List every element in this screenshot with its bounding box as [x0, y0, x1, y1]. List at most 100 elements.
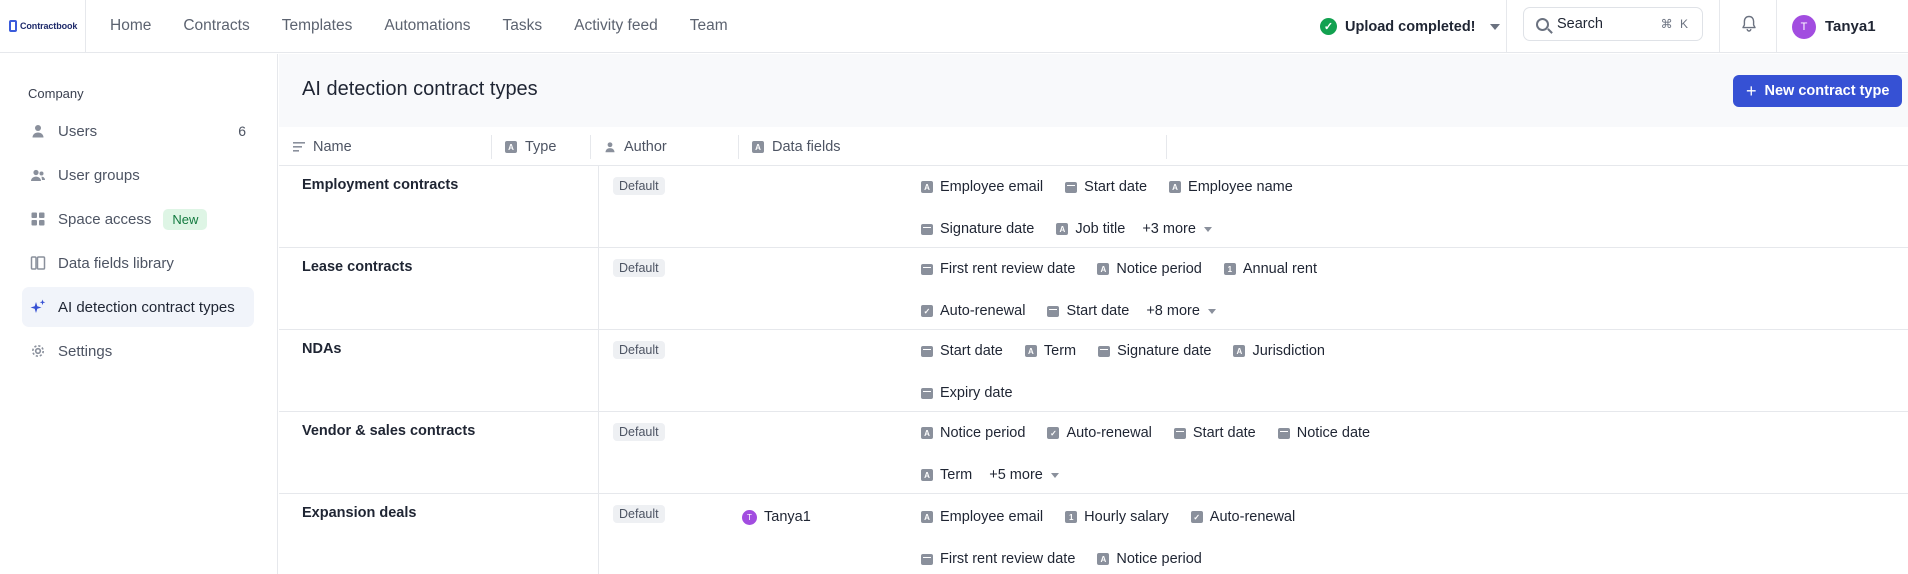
nav-home[interactable]: Home [110, 17, 167, 35]
nav-tasks[interactable]: Tasks [487, 17, 559, 35]
sidebar-item-users[interactable]: Users 6 [22, 111, 254, 151]
contract-type-name: NDAs [302, 341, 342, 357]
data-field: Start date [1173, 421, 1256, 445]
sidebar-item-label: Space access [58, 210, 152, 228]
contract-type-name: Lease contracts [302, 259, 413, 275]
table-row[interactable]: NDAs Default Start date A Term Signature … [279, 330, 1908, 412]
nav-contracts[interactable]: Contracts [167, 17, 265, 35]
checkbox-icon: ✓ [921, 305, 933, 317]
chevron-down-icon [1489, 23, 1500, 30]
data-field: A Notice period [921, 421, 1025, 445]
logo-mark-icon [9, 20, 17, 32]
page-title: AI detection contract types [302, 78, 538, 100]
new-badge: New [163, 208, 208, 230]
sidebar-item-settings[interactable]: Settings [22, 331, 254, 371]
text-field-icon: A [752, 141, 764, 153]
column-header-type[interactable]: A Type [505, 128, 556, 166]
data-field: Start date [1047, 299, 1129, 323]
data-field: Notice date [1277, 421, 1370, 445]
data-field-label: Term [940, 467, 973, 483]
data-field-label: Job title [1075, 221, 1126, 237]
bell-icon[interactable] [1741, 15, 1757, 33]
grid-icon [31, 212, 45, 226]
data-field: A Notice period [1097, 547, 1202, 571]
data-field: ✓ Auto-renewal [1047, 421, 1152, 445]
upload-status[interactable]: ✓ Upload completed! [1320, 0, 1500, 53]
sidebar-item-ai-detection-contract-types[interactable]: AI detection contract types [22, 287, 254, 327]
data-field-label: Notice period [1116, 261, 1202, 277]
user-group-icon [31, 169, 45, 181]
data-field-label: Signature date [1117, 343, 1212, 359]
data-field-label: Start date [1192, 425, 1256, 441]
data-field-label: Term [1043, 343, 1077, 359]
table-row[interactable]: Expansion deals Default T Tanya1 A Employ… [279, 494, 1908, 574]
data-field-label: Start date [1084, 179, 1148, 195]
sidebar-item-space-access[interactable]: Space access New [22, 199, 254, 239]
data-field-label: Employee email [940, 179, 1044, 195]
text-field-icon: A [1233, 345, 1246, 357]
column-divider [1166, 135, 1167, 159]
sidebar-item-data-fields-library[interactable]: Data fields library [22, 243, 254, 283]
calendar-icon [921, 345, 933, 357]
nav-activity-feed[interactable]: Activity feed [558, 17, 674, 35]
table-row[interactable]: Lease contracts Default First rent revie… [279, 248, 1908, 330]
author: T Tanya1 [742, 509, 811, 525]
sidebar-item-label: Users [58, 122, 98, 140]
sidebar-item-label: Settings [58, 342, 113, 360]
column-header-label: Type [525, 139, 557, 155]
data-field: A Job title [1056, 217, 1125, 241]
calendar-icon [1047, 305, 1060, 317]
more-fields-toggle[interactable]: +5 more [989, 463, 1059, 487]
data-field: Start date [921, 339, 1003, 363]
column-header-data-fields[interactable]: A Data fields [752, 128, 841, 166]
data-field: Signature date [921, 217, 1034, 241]
new-contract-type-label: New contract type [1764, 83, 1890, 99]
data-field: A Employee email [921, 505, 1043, 529]
column-header-name[interactable]: Name [293, 128, 352, 166]
nav-templates[interactable]: Templates [266, 17, 369, 35]
data-field-label: Expiry date [940, 385, 1013, 401]
sidebar-item-label: User groups [58, 166, 140, 184]
new-contract-type-button[interactable]: + New contract type [1733, 75, 1903, 107]
type-badge: Default [613, 177, 665, 195]
calendar-icon [1098, 345, 1111, 357]
text-field-icon: A [1056, 223, 1069, 235]
page-header: AI detection contract types + New contra… [279, 54, 1908, 127]
more-fields-toggle[interactable]: +3 more [1142, 217, 1212, 241]
data-field: Signature date [1098, 339, 1211, 363]
data-field: ✓ Auto-renewal [1190, 505, 1296, 529]
contract-type-name: Employment contracts [302, 177, 459, 193]
data-field: 1 Annual rent [1223, 257, 1317, 281]
table-row[interactable]: Employment contracts Default A Employee e… [279, 166, 1908, 248]
type-badge: Default [613, 341, 665, 359]
user-icon [32, 125, 44, 138]
data-field-label: Auto-renewal [1209, 509, 1296, 525]
more-fields-label: +8 more [1146, 303, 1200, 319]
divider [1776, 0, 1777, 53]
data-field-label: Start date [1066, 303, 1130, 319]
search-button[interactable]: Search ⌘ K [1523, 7, 1703, 41]
data-field-label: Notice period [1116, 551, 1202, 567]
search-icon [1536, 17, 1549, 31]
sort-lines-icon [293, 142, 305, 152]
checkbox-icon: ✓ [1047, 427, 1060, 439]
nav-automations[interactable]: Automations [368, 17, 486, 35]
more-fields-toggle[interactable]: +8 more [1146, 299, 1216, 323]
data-field-label: Hourly salary [1084, 509, 1169, 525]
column-header-author[interactable]: Author [604, 128, 667, 166]
search-label: Search [1557, 16, 1603, 32]
type-badge: Default [613, 505, 665, 523]
nav-team[interactable]: Team [674, 17, 744, 35]
data-field-label: Annual rent [1242, 261, 1317, 277]
brand-logo[interactable]: Contractbook [0, 0, 86, 53]
table-row[interactable]: Vendor & sales contracts Default A Notice… [279, 412, 1908, 494]
data-field: Start date [1065, 175, 1147, 199]
user-menu[interactable]: T Tanya1 [1792, 0, 1876, 53]
column-divider [491, 135, 492, 159]
sidebar-item-user-groups[interactable]: User groups [22, 155, 254, 195]
text-field-icon: A [1097, 263, 1110, 275]
column-divider [590, 135, 591, 159]
check-circle-icon: ✓ [1320, 18, 1337, 35]
sidebar-heading: Company [28, 86, 84, 101]
text-field-icon: A [505, 141, 517, 153]
